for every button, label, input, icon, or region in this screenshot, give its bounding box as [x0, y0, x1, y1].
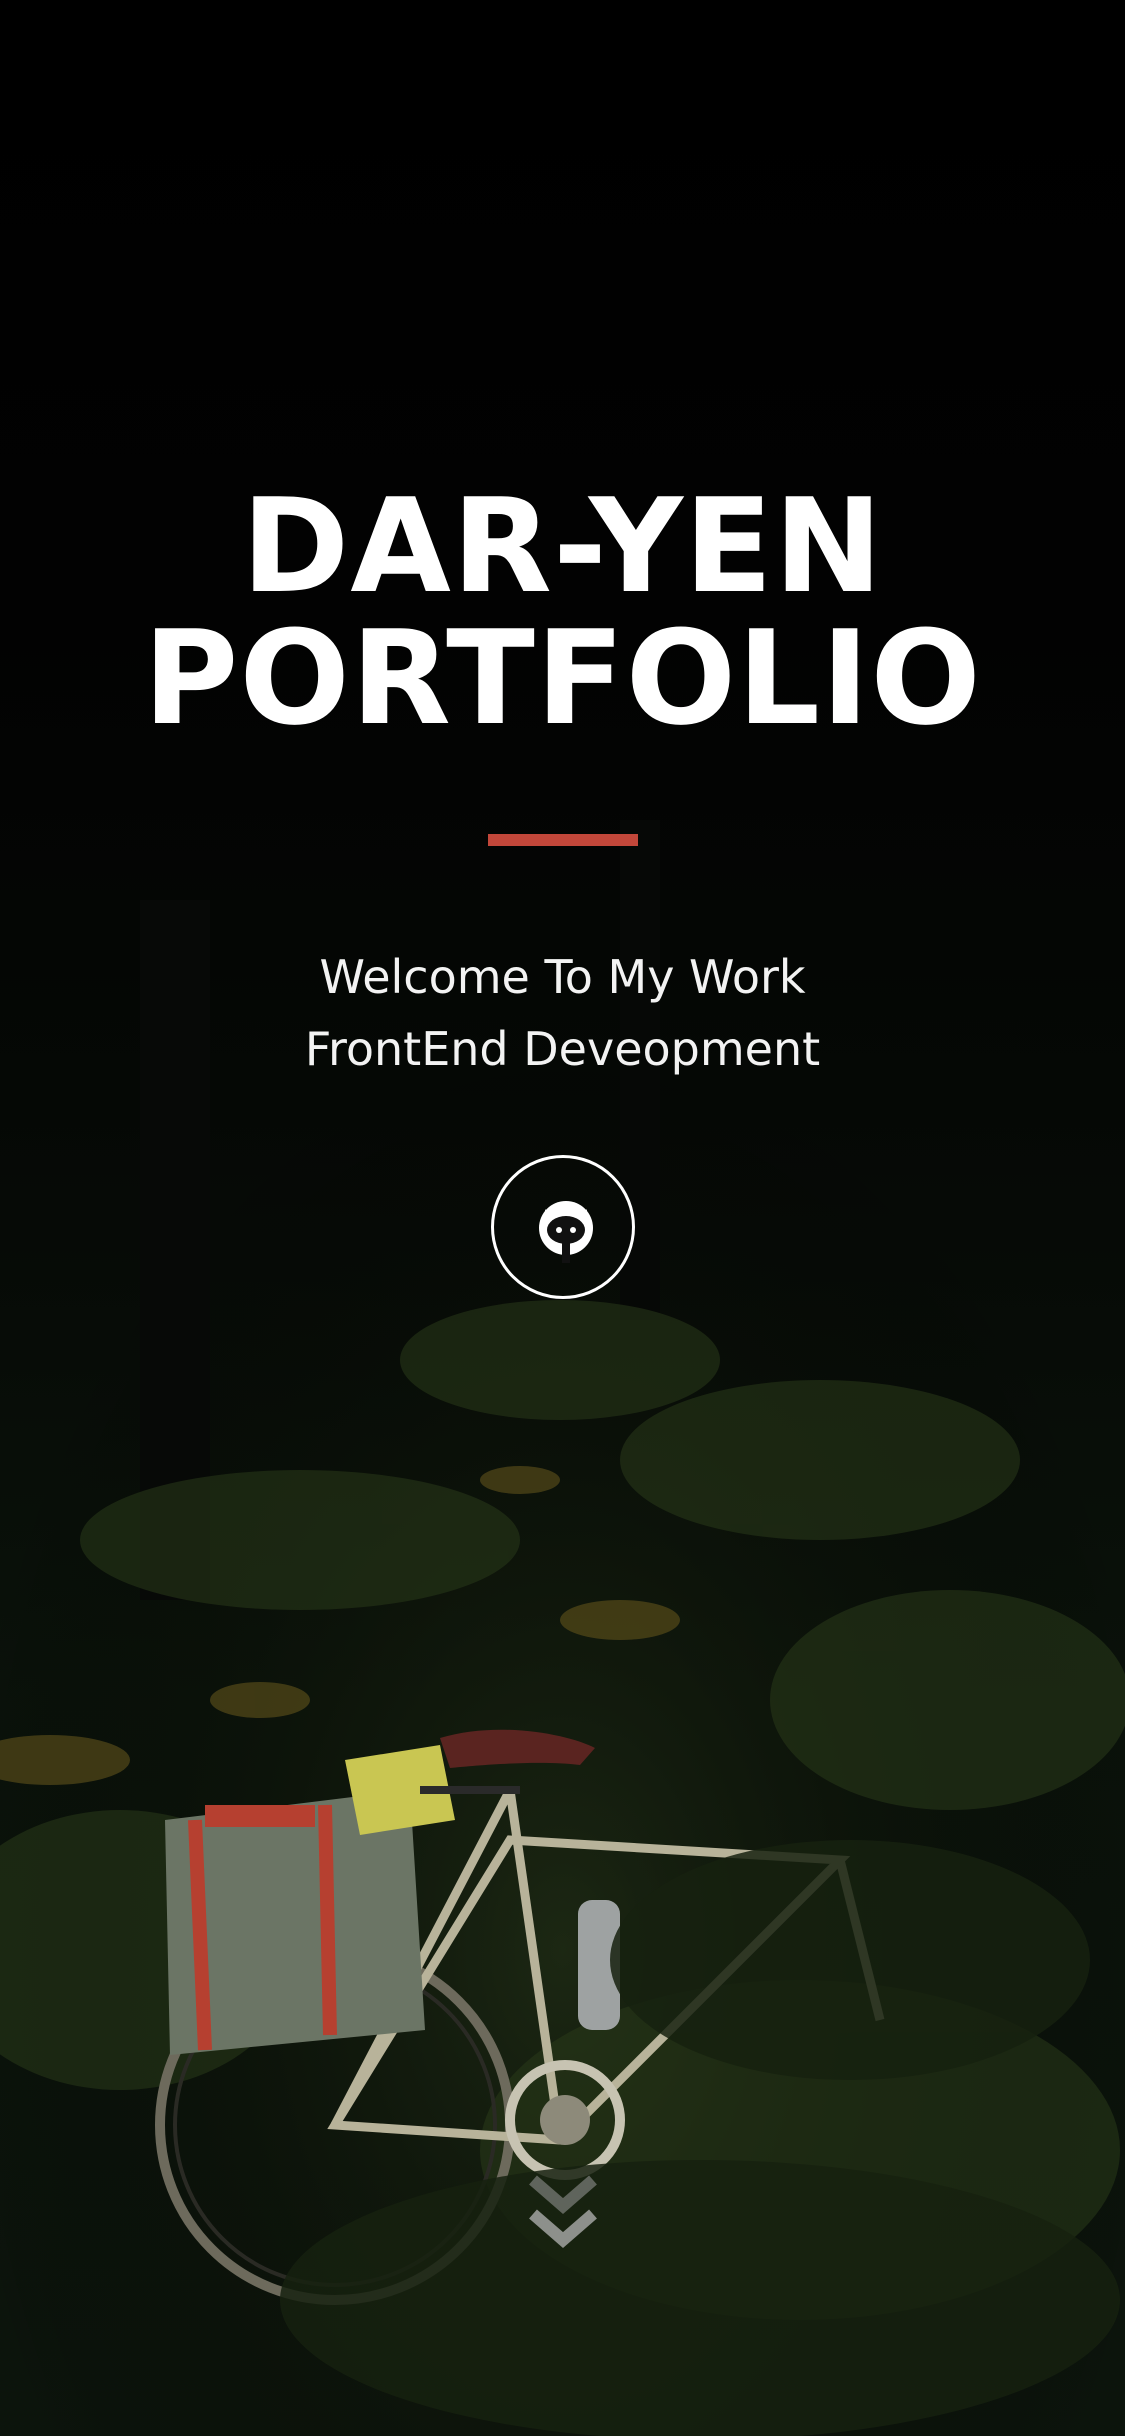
- subtitle-line-1: Welcome To My Work: [319, 950, 806, 1004]
- title-line-2: PORTFOLIO: [143, 602, 982, 754]
- hero-subtitle: Welcome To My Work FrontEnd Deveopment: [0, 941, 1125, 1085]
- github-octocat-icon: [538, 1201, 593, 1263]
- hero-section: DAR-YEN PORTFOLIO Welcome To My Work Fro…: [0, 480, 1125, 1299]
- accent-divider: [487, 834, 638, 846]
- page-title: DAR-YEN PORTFOLIO: [0, 480, 1125, 744]
- double-chevron-down-icon[interactable]: [525, 2170, 601, 2260]
- title-line-1: DAR-YEN: [241, 470, 884, 622]
- subtitle-line-2: FrontEnd Deveopment: [304, 1022, 821, 1076]
- landing-page: DAR-YEN PORTFOLIO Welcome To My Work Fro…: [0, 0, 1125, 2436]
- github-link-button[interactable]: [490, 1155, 635, 1299]
